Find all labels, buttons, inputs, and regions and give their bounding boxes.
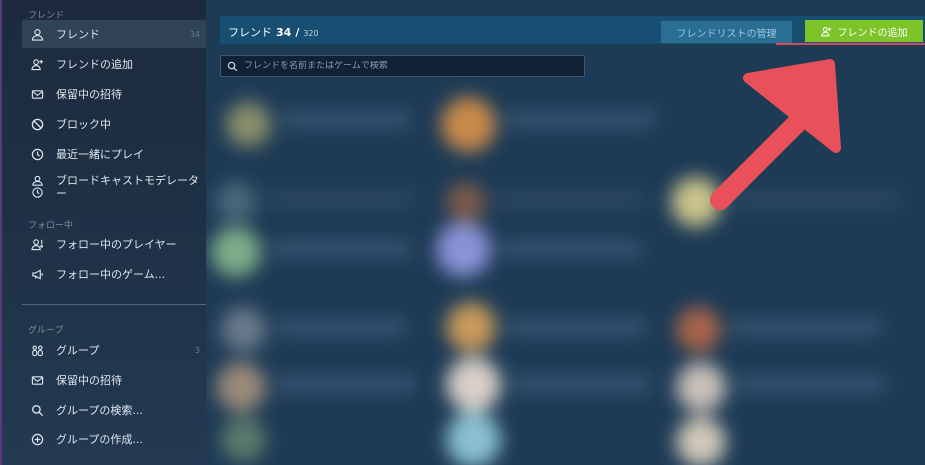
friends-header-bar: フレンド 34 / 320 フレンドリストの管理 フレンドの追加 [220, 16, 925, 44]
friend-avatar [216, 362, 266, 412]
plus-circle-icon [30, 432, 44, 446]
friend-avatar [676, 307, 721, 352]
sidebar-item-label: ブロック中 [56, 118, 111, 131]
count-separator: / [295, 26, 300, 39]
groups-count: 3 [194, 345, 200, 355]
friend-name-bar [506, 320, 646, 334]
search-icon [227, 61, 238, 71]
friend-search-input[interactable] [244, 61, 574, 71]
add-friend-button[interactable]: フレンドの追加 [805, 20, 923, 42]
sidebar-item-label: フレンド [56, 28, 100, 41]
annotation-arrow [710, 59, 841, 210]
user-clock-icon [30, 174, 44, 200]
friend-avatar [436, 222, 491, 277]
add-user-icon [820, 26, 831, 36]
friend-avatar [211, 227, 261, 277]
sidebar-item-following-games[interactable]: フォロー中のゲーム... [22, 260, 206, 288]
add-user-icon [30, 57, 44, 71]
envelope-icon [30, 87, 44, 101]
sidebar-item-label: 保留中の招待 [56, 88, 122, 101]
sidebar-divider [22, 304, 206, 305]
search-icon [30, 403, 44, 417]
sidebar-item-group-invites[interactable]: 保留中の招待 [22, 366, 206, 394]
sidebar-item-pending-invites[interactable]: 保留中の招待 [22, 80, 206, 108]
friend-name-bar [501, 242, 641, 256]
friend-avatar [446, 412, 501, 465]
friend-avatar [676, 417, 726, 465]
sidebar-item-label: フォロー中のプレイヤー [56, 238, 177, 251]
sidebar-item-recently-played[interactable]: 最近一緒にプレイ [22, 140, 206, 168]
sidebar-item-label: グループの作成... [56, 433, 143, 446]
page-title: フレンド 34 / 320 [228, 24, 319, 40]
add-friend-button-label: フレンドの追加 [837, 27, 908, 39]
friend-name-bar [276, 320, 406, 334]
sidebar-item-label: 最近一緒にプレイ [56, 148, 144, 161]
friend-search-box[interactable] [220, 55, 585, 77]
sidebar-item-label: 保留中の招待 [56, 374, 122, 387]
sidebar-item-create-group[interactable]: グループの作成... [22, 425, 206, 453]
sidebar-item-label: グループの検索... [56, 404, 143, 417]
friend-avatar [441, 97, 496, 152]
sidebar-item-blocked[interactable]: ブロック中 [22, 110, 206, 138]
friend-avatar [676, 362, 726, 412]
friend-avatar [221, 417, 266, 462]
page-title-text: フレンド [228, 26, 272, 39]
friends-limit: 320 [303, 29, 319, 38]
friend-avatar [446, 357, 501, 412]
sidebar-item-add-friend[interactable]: フレンドの追加 [22, 50, 206, 78]
block-icon [30, 117, 44, 131]
friend-name-bar [511, 377, 651, 391]
friend-name-bar [506, 112, 656, 126]
friend-avatar [216, 182, 256, 222]
friend-name-bar [271, 242, 411, 256]
sidebar-item-following-players[interactable]: フォロー中のプレイヤー [22, 230, 206, 258]
sidebar-item-search-groups[interactable]: グループの検索... [22, 396, 206, 424]
clock-icon [30, 147, 44, 161]
friend-avatar [221, 307, 266, 352]
friends-count: 34 [189, 29, 200, 39]
manage-friend-list-button[interactable]: フレンドリストの管理 [661, 21, 792, 43]
group-icon [30, 343, 44, 357]
sidebar-item-groups[interactable]: グループ 3 [22, 336, 206, 364]
friend-avatar [446, 302, 496, 352]
envelope-icon [30, 373, 44, 387]
sidebar-item-label: フレンドの追加 [56, 58, 133, 71]
friend-name-bar [496, 192, 646, 206]
friend-avatar [446, 182, 486, 222]
sidebar-item-label: グループ [56, 344, 100, 357]
friend-name-bar [736, 377, 886, 391]
add-button-highlight-line [776, 43, 925, 45]
follow-user-icon [30, 237, 44, 251]
friend-name-bar [281, 112, 411, 126]
sidebar-item-label: ブロードキャストモデレーター [56, 174, 199, 200]
friend-name-bar [731, 320, 881, 334]
user-icon [30, 27, 44, 41]
megaphone-icon [30, 267, 44, 281]
section-label-groups: グループ [28, 326, 64, 336]
friend-avatar [226, 102, 271, 147]
sidebar-item-broadcast-moderators[interactable]: ブロードキャストモデレーター [22, 172, 206, 206]
sidebar: フレンド フレンド 34 フレンドの追加 保留中の招待 ブロック中 最近一緒にプ… [0, 0, 206, 465]
friend-name-bar [266, 192, 416, 206]
sidebar-item-label: フォロー中のゲーム... [56, 268, 166, 281]
sidebar-item-friends[interactable]: フレンド 34 [22, 20, 206, 48]
friend-name-bar [276, 377, 416, 391]
friends-count-header: 34 [276, 26, 292, 39]
